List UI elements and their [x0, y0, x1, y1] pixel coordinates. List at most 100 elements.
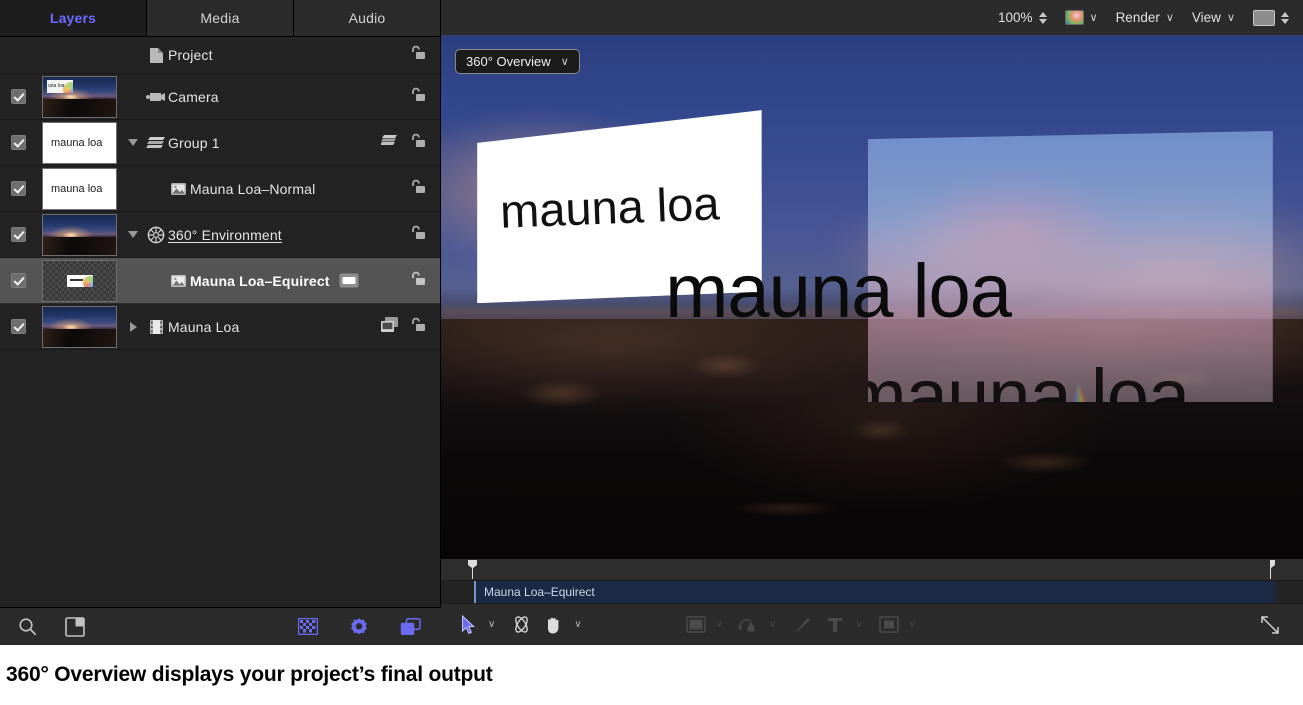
view-menu[interactable]: View ∨ [1192, 10, 1235, 25]
layer-name-cell: Mauna Loa–Normal [122, 181, 409, 197]
unlocked-icon[interactable] [409, 87, 426, 107]
3d-transform-tool[interactable] [508, 612, 534, 638]
thumbnail-photo [42, 306, 117, 348]
add-layer-icon[interactable] [62, 614, 88, 640]
overlay-text: mauna loa [665, 248, 1011, 335]
mask-icon[interactable] [295, 614, 321, 640]
shape-tool[interactable] [683, 612, 709, 638]
image-icon [166, 182, 190, 196]
layer-visibility-checkbox[interactable] [0, 135, 37, 150]
color-channels-popup[interactable]: ∨ [1065, 10, 1098, 25]
layer-row-mauna-loa-equirect[interactable]: Mauna Loa–Equirect [0, 258, 440, 304]
disclosure-triangle-open[interactable] [122, 139, 144, 146]
stepper-icon [1039, 12, 1047, 24]
playhead-in-marker[interactable] [468, 560, 478, 579]
layer-name-label: 360° Environment [168, 227, 282, 243]
color-swatch-icon [1065, 10, 1084, 25]
zoom-level-value: 100% [998, 10, 1033, 25]
layer-visibility-checkbox[interactable] [0, 227, 37, 242]
layer-thumbnail-cell: mauna loa [37, 168, 122, 210]
unlocked-icon[interactable] [409, 225, 426, 245]
layer-visibility-checkbox[interactable] [0, 273, 37, 288]
group-icon [144, 136, 168, 150]
filter-icon[interactable] [397, 614, 423, 640]
chevron-down-icon[interactable]: ∨ [716, 619, 723, 630]
caption-bar: 360° Overview displays your project’s fi… [0, 645, 1303, 705]
tab-audio[interactable]: Audio [294, 0, 440, 36]
layer-visibility-checkbox[interactable] [0, 89, 37, 104]
mask-tool[interactable] [876, 612, 902, 638]
search-icon[interactable] [14, 614, 40, 640]
group-stack-icon[interactable] [381, 134, 399, 152]
view-layout-popup[interactable]: 360° Overview ∨ [455, 49, 580, 74]
timeline-track-row[interactable]: Mauna Loa–Equirect [441, 581, 1303, 603]
layer-thumbnail-cell: mauna loa [37, 122, 122, 164]
pan-tool[interactable] [541, 612, 567, 638]
layer-visibility-checkbox[interactable] [0, 319, 37, 334]
chevron-down-icon[interactable]: ∨ [574, 619, 581, 630]
tab-audio-label: Audio [349, 10, 386, 26]
row-right-icons [409, 271, 440, 291]
layer-thumbnail-cell [37, 260, 122, 302]
flat-card-text: mauna loa [499, 175, 720, 238]
resize-diagonal-icon[interactable] [1257, 612, 1283, 638]
layer-row-360-environment[interactable]: 360° Environment [0, 212, 440, 258]
panel-tab-bar: Layers Media Audio [0, 0, 440, 37]
behavior-icon[interactable] [346, 614, 372, 640]
timeline-clip[interactable]: Mauna Loa–Equirect [474, 581, 1275, 603]
disclosure-triangle-closed[interactable] [122, 322, 144, 332]
layer-name-label: Mauna Loa–Normal [190, 181, 315, 197]
zoom-level-stepper[interactable]: 100% [998, 10, 1047, 25]
unlocked-icon[interactable] [409, 179, 426, 199]
layer-list[interactable]: Project [0, 37, 440, 607]
layer-name-cell: Mauna Loa–Equirect [122, 273, 409, 289]
media-stack-icon[interactable] [380, 316, 399, 338]
chevron-down-icon: ∨ [1227, 11, 1235, 24]
document-icon [144, 47, 168, 64]
chevron-down-icon: ∨ [1166, 11, 1174, 24]
unlocked-icon[interactable] [409, 317, 426, 337]
render-menu-label: Render [1116, 10, 1160, 25]
layer-thumbnail-cell [37, 306, 122, 348]
equirect-card-text: mauna loa [868, 353, 1190, 402]
layer-row-mauna-loa-normal[interactable]: mauna loa Mauna Lo [0, 166, 440, 212]
text-tool[interactable] [822, 612, 848, 638]
film-icon [144, 319, 168, 335]
playhead-out-marker[interactable] [1265, 560, 1275, 579]
layer-name-label: Mauna Loa–Equirect [190, 273, 330, 289]
chevron-down-icon[interactable]: ∨ [488, 619, 495, 630]
mini-timeline-ruler[interactable] [441, 559, 1303, 581]
chevron-down-icon: ∨ [561, 55, 569, 68]
unlocked-icon[interactable] [409, 133, 426, 153]
layer-name-label: Project [168, 47, 213, 63]
chevron-down-icon[interactable]: ∨ [769, 619, 776, 630]
layer-row-group-1[interactable]: mauna loa Group 1 [0, 120, 440, 166]
tab-layers[interactable]: Layers [0, 0, 147, 36]
render-menu[interactable]: Render ∨ [1116, 10, 1174, 25]
thumbnail-photo [42, 214, 117, 256]
select-tool[interactable] [455, 612, 481, 638]
layer-row-mauna-loa[interactable]: Mauna Loa [0, 304, 440, 350]
layer-name-cell: Mauna Loa [122, 319, 380, 335]
layer-visibility-checkbox[interactable] [0, 181, 37, 196]
paint-stroke-tool[interactable] [789, 612, 815, 638]
bezier-tool[interactable] [736, 612, 762, 638]
equirect-badge-icon[interactable] [339, 273, 359, 288]
view-menu-label: View [1192, 10, 1221, 25]
unlocked-icon[interactable] [409, 271, 426, 291]
thumbnail-card: mauna loa [42, 122, 117, 164]
row-right-icons [409, 225, 440, 245]
viewer-canvas[interactable]: mauna loa mauna loa mauna loa 360° Overv… [441, 37, 1303, 559]
layers-bottom-toolbar [0, 607, 441, 645]
tab-layers-label: Layers [50, 10, 96, 26]
chevron-down-icon[interactable]: ∨ [855, 619, 862, 630]
thumbnail-card: mauna loa [42, 168, 117, 210]
timeline-clip-label: Mauna Loa–Equirect [476, 585, 595, 599]
unlocked-icon[interactable] [409, 45, 426, 65]
tab-media[interactable]: Media [147, 0, 294, 36]
background-color-stepper[interactable] [1253, 10, 1289, 26]
chevron-down-icon[interactable]: ∨ [909, 619, 916, 630]
disclosure-triangle-open[interactable] [122, 231, 144, 238]
layer-row-project[interactable]: Project [0, 37, 440, 74]
layer-row-camera[interactable]: una loa Camera [0, 74, 440, 120]
